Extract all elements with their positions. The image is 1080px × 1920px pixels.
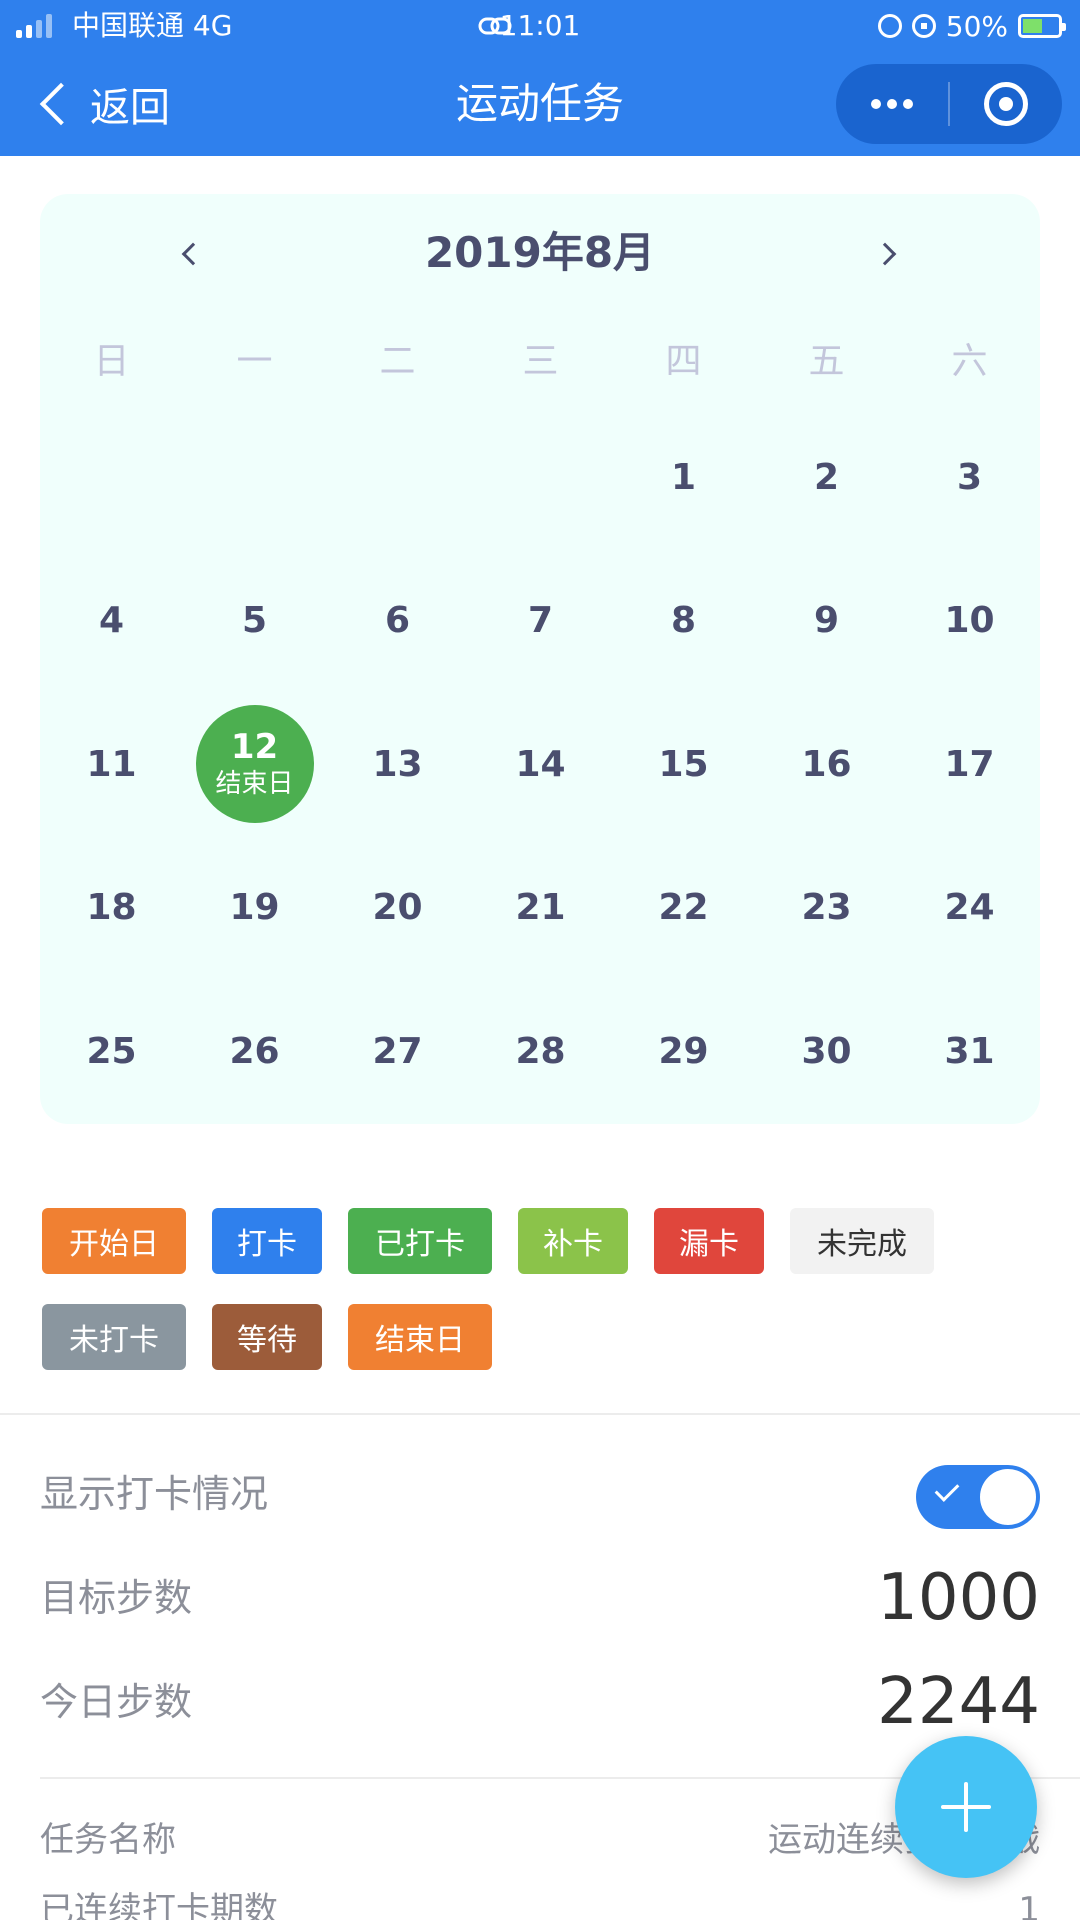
- streak-label: 已连续打卡期数: [40, 1890, 278, 1920]
- task-name-label: 任务名称: [40, 1820, 176, 1860]
- calendar-day[interactable]: 23: [755, 853, 898, 963]
- status-right-group: 50%: [877, 8, 1066, 44]
- day-number: 12: [230, 727, 279, 767]
- streak-value: 1: [1018, 1890, 1040, 1920]
- legend-tag: 等待: [212, 1304, 322, 1370]
- plus-icon: [941, 1782, 991, 1832]
- weekday-label: 六: [951, 341, 988, 382]
- legend-tag: 结束日: [348, 1304, 492, 1370]
- add-button[interactable]: [895, 1736, 1037, 1878]
- calendar-day-end[interactable]: 12 结束日: [195, 705, 314, 823]
- calendar-day[interactable]: 6: [326, 566, 469, 676]
- calendar-day[interactable]: 13: [326, 709, 469, 819]
- day-status-label: 结束日: [215, 769, 294, 799]
- calendar-day[interactable]: 19: [183, 853, 326, 963]
- show-checkin-toggle[interactable]: [916, 1465, 1040, 1529]
- calendar-day[interactable]: 4: [40, 566, 183, 676]
- close-miniprogram-button[interactable]: [950, 64, 1062, 144]
- rotation-lock-icon: [911, 14, 936, 38]
- alarm-icon: [877, 14, 902, 38]
- battery-icon: [1018, 14, 1066, 38]
- calendar-day[interactable]: 30: [755, 996, 898, 1106]
- calendar-day[interactable]: 1: [612, 422, 755, 532]
- battery-percent: 50%: [945, 9, 1008, 43]
- calendar-day[interactable]: 10: [898, 566, 1041, 676]
- calendar: 2019年8月 日一二三四五六 1 2 3 4 5 6 7 8 9 10 11 12 结束日 13 14 15…: [40, 194, 1040, 1124]
- section-divider: [0, 1413, 1080, 1415]
- legend-tag: 未打卡: [42, 1304, 186, 1370]
- toggle-knob: [980, 1469, 1036, 1525]
- calendar-day[interactable]: 29: [612, 996, 755, 1106]
- legend-tag: 已打卡: [348, 1208, 492, 1274]
- calendar-day[interactable]: 5: [183, 566, 326, 676]
- calendar-day[interactable]: 7: [469, 566, 612, 676]
- calendar-day[interactable]: 18: [40, 853, 183, 963]
- calendar-day[interactable]: 24: [898, 853, 1041, 963]
- calendar-day[interactable]: 3: [898, 422, 1041, 532]
- target-steps-value: 1000: [877, 1561, 1040, 1635]
- legend-tag: 未完成: [790, 1208, 934, 1274]
- miniprogram-capsule: [836, 64, 1062, 144]
- calendar-day[interactable]: 14: [469, 709, 612, 819]
- calendar-day[interactable]: 25: [40, 996, 183, 1106]
- more-button[interactable]: [836, 64, 948, 144]
- calendar-day[interactable]: 8: [612, 566, 755, 676]
- chevron-right-icon: [873, 242, 897, 266]
- calendar-day[interactable]: 17: [898, 709, 1041, 819]
- weekday-label: 一: [236, 341, 273, 382]
- legend-tag: 开始日: [42, 1208, 186, 1274]
- calendar-day[interactable]: 26: [183, 996, 326, 1106]
- calendar-day[interactable]: 27: [326, 996, 469, 1106]
- nav-bar: 返回 运动任务: [0, 52, 1080, 156]
- legend-tag: 漏卡: [654, 1208, 764, 1274]
- calendar-day[interactable]: 21: [469, 853, 612, 963]
- weekday-label: 四: [665, 341, 702, 382]
- today-steps-label: 今日步数: [40, 1680, 193, 1724]
- weekday-label: 五: [808, 341, 845, 382]
- calendar-day[interactable]: 20: [326, 853, 469, 963]
- calendar-day[interactable]: 22: [612, 853, 755, 963]
- calendar-day[interactable]: 2: [755, 422, 898, 532]
- calendar-day[interactable]: 16: [755, 709, 898, 819]
- calendar-day[interactable]: 15: [612, 709, 755, 819]
- weekday-label: 日: [93, 341, 130, 382]
- weekday-label: 二: [379, 341, 416, 382]
- today-steps-value: 2244: [877, 1665, 1040, 1739]
- calendar-day[interactable]: 11: [40, 709, 183, 819]
- calendar-day[interactable]: 9: [755, 566, 898, 676]
- target-steps-label: 目标步数: [40, 1576, 193, 1620]
- status-bar: 中国联通 4G 11:01 50%: [0, 0, 1080, 52]
- show-checkin-label: 显示打卡情况: [40, 1472, 269, 1516]
- calendar-day[interactable]: 31: [898, 996, 1041, 1106]
- next-month-button[interactable]: [868, 234, 908, 274]
- target-icon: [984, 82, 1028, 126]
- legend-tag: 补卡: [518, 1208, 628, 1274]
- more-dots-icon: [871, 99, 881, 109]
- weekday-label: 三: [522, 341, 559, 382]
- check-icon: [934, 1477, 960, 1502]
- calendar-day[interactable]: 28: [469, 996, 612, 1106]
- legend-tag: 打卡: [212, 1208, 322, 1274]
